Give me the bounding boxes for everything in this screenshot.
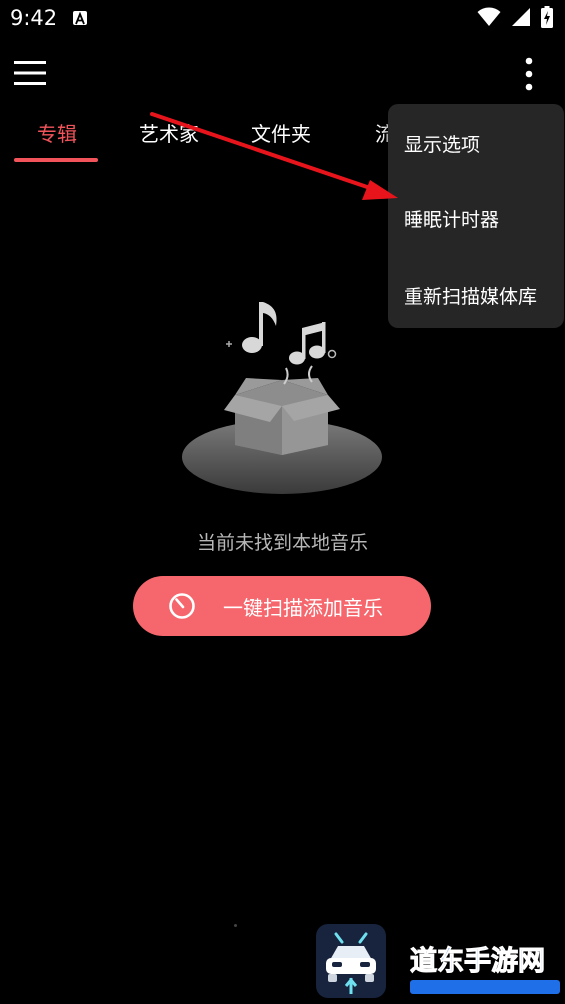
menu-item-display-options[interactable]: 显示选项 [404,130,480,157]
more-options-button[interactable] [518,56,540,92]
tab-artists[interactable]: 艺术家 [139,118,199,147]
scan-icon [169,593,195,619]
active-tab-indicator [14,158,98,162]
menu-item-sleep-timer[interactable]: 睡眠计时器 [404,205,499,232]
menu-item-rescan-library[interactable]: 重新扫描媒体库 [404,282,537,309]
empty-music-illustration [180,292,385,497]
overflow-popup-menu: 显示选项 睡眠计时器 重新扫描媒体库 [388,104,564,328]
notification-a-icon [73,11,87,25]
tab-folders[interactable]: 文件夹 [251,118,311,147]
car-logo-icon [316,924,386,998]
cell-signal-icon [512,8,530,26]
status-icons [477,6,553,28]
empty-state-message: 当前未找到本地音乐 [196,532,368,554]
scan-button-label: 一键扫描添加音乐 [223,595,383,620]
decorative-dot [234,924,237,927]
tab-albums[interactable]: 专辑 [37,118,77,147]
status-time: 9:42 [10,6,58,30]
watermark-text: 道东手游网 [410,945,545,977]
scan-add-music-button[interactable]: 一键扫描添加音乐 [133,576,431,636]
watermark-text-graphic: 道东手游网 [410,945,560,994]
wifi-icon [477,7,501,26]
watermark-logo: 道东手游网 [408,938,562,1000]
menu-button[interactable] [14,58,46,88]
battery-icon [541,6,553,28]
hamburger-menu-icon [14,61,46,85]
more-vertical-icon [525,57,533,91]
